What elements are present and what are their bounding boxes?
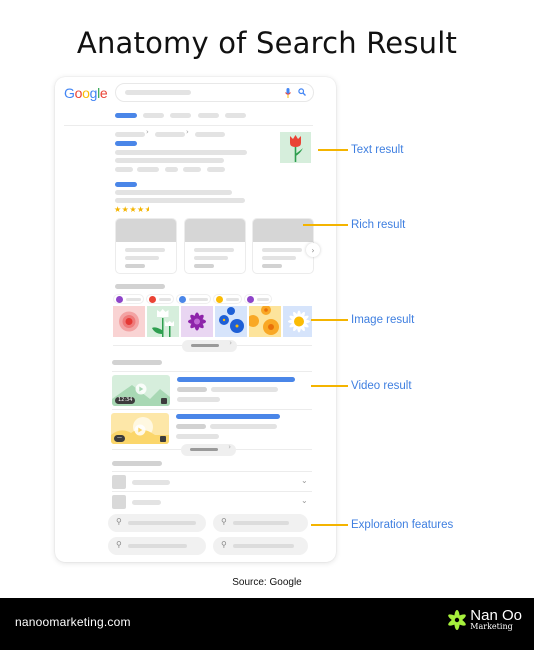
website-link[interactable]: nanoomarketing.com <box>15 615 131 629</box>
mic-icon[interactable] <box>285 88 291 98</box>
brand-logo: Nan Oo Marketing <box>446 608 522 631</box>
page-title: Anatomy of Search Result <box>76 26 458 60</box>
star-logo-icon <box>448 609 467 630</box>
search-results-mockup: Google › › ★★★★ › › 12:34 — › ⌄ ⌄ ⚲ ⚲ ⚲ … <box>55 77 336 562</box>
image-thumbnail[interactable] <box>113 306 145 337</box>
filter-chip[interactable] <box>213 294 242 304</box>
rich-card[interactable] <box>115 218 177 274</box>
related-search-chip[interactable]: ⚲ <box>213 514 308 532</box>
tulip-thumbnail[interactable] <box>280 132 311 163</box>
result-link[interactable] <box>115 141 137 146</box>
filter-chip[interactable] <box>146 294 174 304</box>
video-thumbnail[interactable]: 12:34 <box>112 375 170 406</box>
related-search-chip[interactable]: ⚲ <box>108 537 206 555</box>
source-caption: Source: Google <box>232 577 302 588</box>
expand-icon <box>160 436 166 442</box>
chevron-down-icon[interactable]: ⌄ <box>301 496 308 505</box>
google-logo: Google <box>64 85 108 101</box>
callout-image-result: Image result <box>311 314 414 326</box>
filter-chip[interactable] <box>176 294 211 304</box>
callout-text-result: Text result <box>318 144 403 156</box>
star-rating: ★★★★★ <box>114 205 149 214</box>
callout-exploration-features: Exploration features <box>311 519 453 531</box>
expand-icon <box>161 398 167 404</box>
search-input[interactable] <box>115 83 314 102</box>
video-title-link[interactable] <box>177 377 295 382</box>
more-videos-button[interactable]: › <box>181 443 236 456</box>
video-duration: 12:34 <box>115 397 136 404</box>
image-thumbnail[interactable] <box>249 306 281 337</box>
result-link[interactable] <box>115 182 137 187</box>
footer: nanoomarketing.com Nan Oo Marketing <box>0 598 534 650</box>
related-search-chip[interactable]: ⚲ <box>213 537 308 555</box>
tab-all[interactable] <box>115 113 137 118</box>
tab[interactable] <box>170 113 191 118</box>
filter-chip[interactable] <box>113 294 144 304</box>
chevron-down-icon[interactable]: ⌄ <box>301 476 308 485</box>
search-icon[interactable] <box>298 88 306 96</box>
callout-video-result: Video result <box>311 380 412 392</box>
tab[interactable] <box>143 113 164 118</box>
video-thumbnail[interactable]: — <box>111 413 169 444</box>
callout-rich-result: Rich result <box>303 219 405 231</box>
image-thumbnail[interactable] <box>283 306 312 337</box>
more-images-button[interactable]: › <box>182 339 237 352</box>
filter-chip[interactable] <box>244 294 272 304</box>
rich-card[interactable] <box>184 218 246 274</box>
image-thumbnail[interactable] <box>147 306 179 337</box>
image-thumbnail[interactable] <box>215 306 247 337</box>
carousel-next-button[interactable]: › <box>306 243 320 257</box>
related-search-chip[interactable]: ⚲ <box>108 514 206 532</box>
tab[interactable] <box>198 113 219 118</box>
video-duration: — <box>114 435 125 442</box>
tab[interactable] <box>225 113 246 118</box>
video-title-link[interactable] <box>176 414 280 419</box>
image-thumbnail[interactable] <box>181 306 213 337</box>
